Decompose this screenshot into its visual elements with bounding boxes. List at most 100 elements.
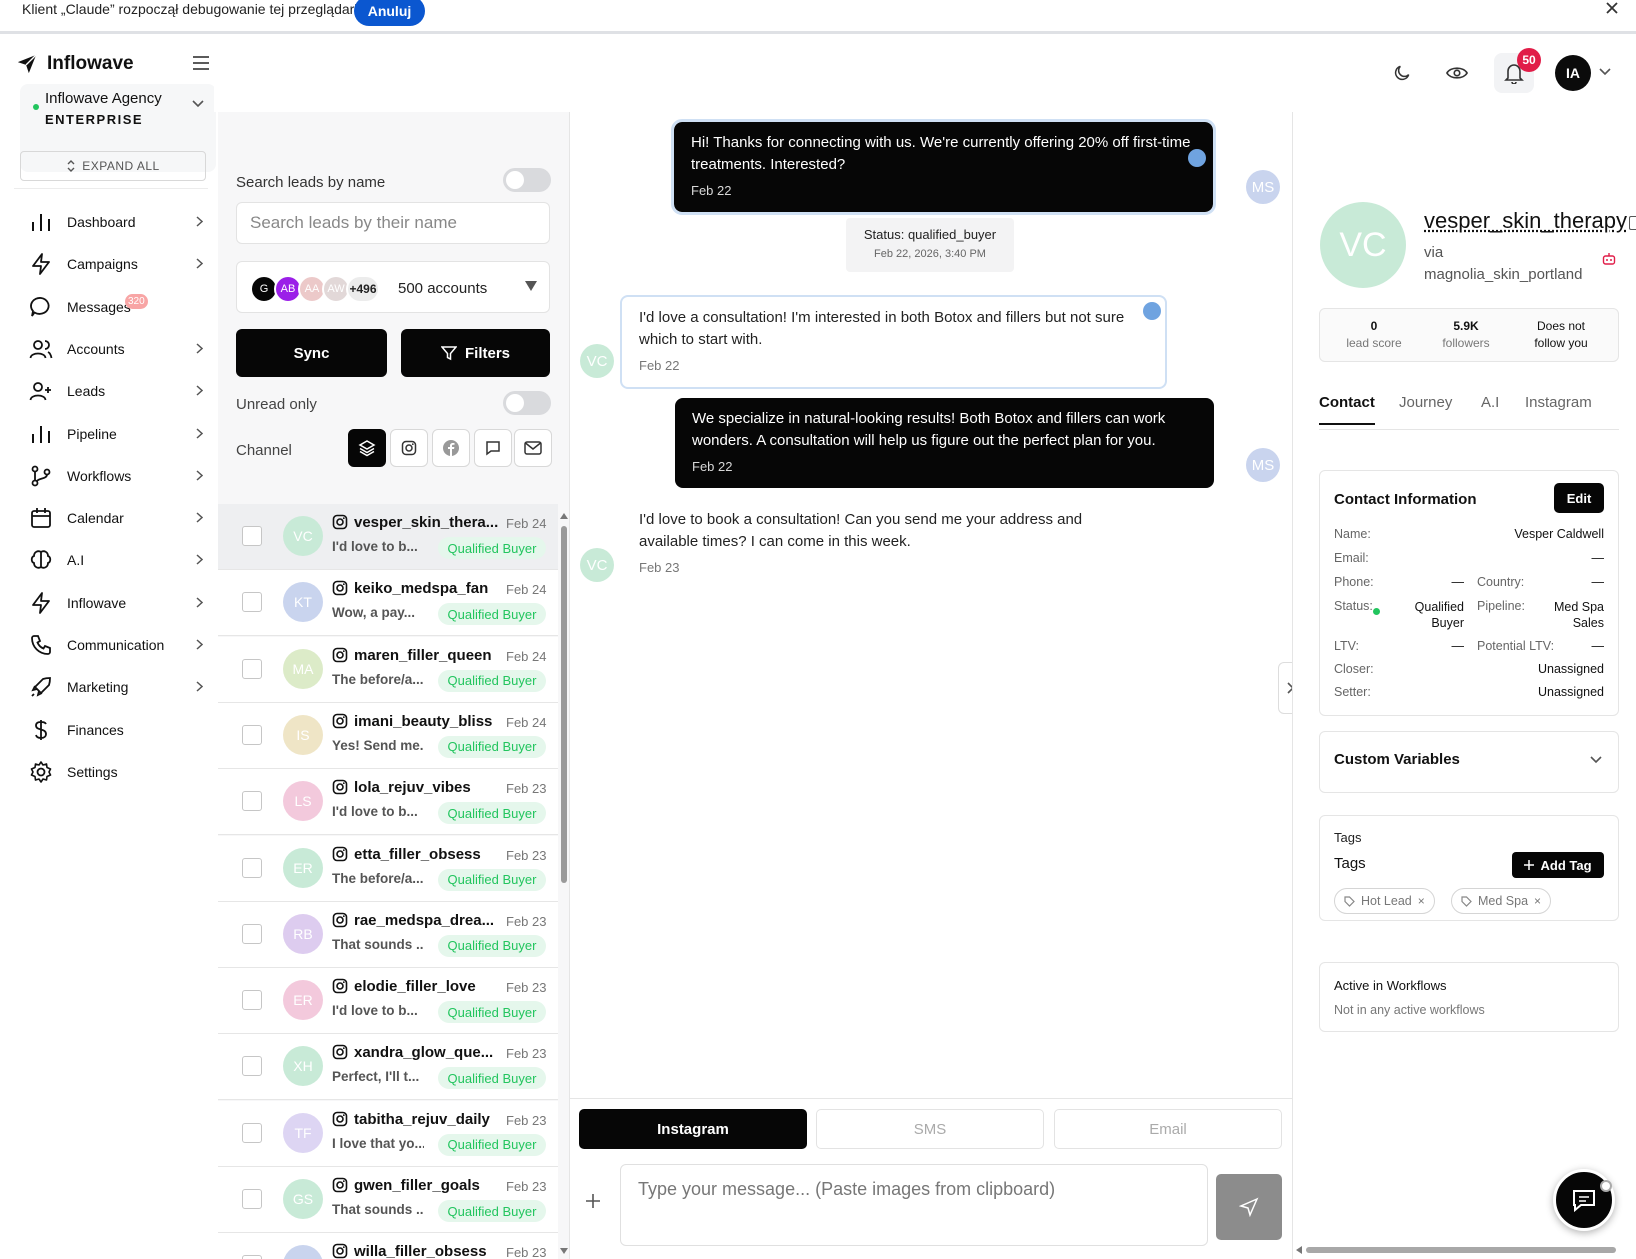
channel-facebook-button[interactable] (432, 429, 470, 467)
channel-all-button[interactable] (348, 429, 386, 467)
sidebar-item-campaigns[interactable]: Campaigns (20, 244, 216, 284)
scroll-up-arrow-icon[interactable] (559, 512, 569, 520)
lead-row[interactable]: GS gwen_filler_goals Feb 23 That sounds ...… (218, 1167, 558, 1233)
add-tag-button[interactable]: Add Tag (1512, 852, 1604, 878)
expand-all-button[interactable]: EXPAND ALL (20, 151, 206, 181)
remove-tag-icon[interactable]: × (1418, 894, 1425, 908)
close-icon[interactable] (1604, 0, 1622, 18)
send-button[interactable] (1216, 1174, 1282, 1240)
lead-row[interactable]: KT keiko_medspa_fan Feb 24 Wow, a pay... Qua… (218, 570, 558, 637)
dark-mode-moon-icon[interactable] (1382, 53, 1422, 93)
lead-row[interactable]: ER elodie_filler_love Feb 23 I'd love to b.… (218, 968, 558, 1035)
lead-avatar: GS (283, 1179, 323, 1219)
sync-button[interactable]: Sync (236, 329, 387, 377)
preview-eye-icon[interactable] (1437, 53, 1477, 93)
contact-username[interactable]: vesper_skin_therapy (1424, 208, 1627, 234)
tag-chip[interactable]: Hot Lead × (1334, 888, 1435, 914)
sidebar-item-accounts[interactable]: Accounts (20, 329, 216, 369)
scrollbar-thumb[interactable] (1306, 1247, 1616, 1253)
scrollbar-thumb[interactable] (561, 526, 567, 883)
tag-label: Hot Lead (1361, 894, 1412, 908)
tab-ai[interactable]: A.I (1481, 394, 1499, 411)
lead-row[interactable]: ER etta_filler_obsess Feb 23 The before/a..… (218, 835, 558, 902)
tab-sms[interactable]: SMS (816, 1109, 1044, 1149)
lead-checkbox[interactable] (242, 724, 262, 745)
filters-button[interactable]: Filters (401, 329, 550, 377)
hamburger-menu-icon[interactable] (192, 56, 210, 70)
lead-row[interactable]: IS imani_beauty_bliss Feb 24 Yes! Send me..… (218, 702, 558, 769)
tags-small-label: Tags (1334, 830, 1362, 845)
lead-checkbox[interactable] (242, 658, 262, 679)
status-change-event: Status: qualified_buyer Feb 22, 2026, 3:… (846, 218, 1014, 272)
lead-checkbox[interactable] (242, 1122, 262, 1143)
sidebar-item-communication[interactable]: Communication (20, 625, 216, 665)
lead-row[interactable]: WF willa_filler_obsess Feb 23 (218, 1233, 558, 1259)
remove-tag-icon[interactable]: × (1534, 894, 1541, 908)
external-link-icon[interactable] (1629, 216, 1636, 230)
unread-only-toggle[interactable] (503, 391, 551, 415)
sidebar-item-pipeline[interactable]: Pipeline (20, 414, 216, 454)
lead-checkbox[interactable] (242, 791, 262, 812)
channel-instagram-button[interactable] (390, 429, 428, 467)
lead-row[interactable]: LS lola_rejuv_vibes Feb 23 I'd love to b...… (218, 769, 558, 836)
tab-email[interactable]: Email (1054, 1109, 1282, 1149)
tag-chip[interactable]: Med Spa × (1451, 888, 1552, 914)
sidebar-item-leads[interactable]: Leads (20, 371, 216, 411)
message-bubble-incoming[interactable]: I'd love a consultation! I'm interested … (620, 295, 1167, 389)
edit-button[interactable]: Edit (1554, 483, 1604, 513)
sidebar-item-workflows[interactable]: Workflows (20, 456, 216, 496)
user-menu-chevron-down-icon[interactable] (1599, 68, 1611, 76)
message-bubble-outgoing[interactable]: Hi! Thanks for connecting with us. We're… (671, 119, 1216, 215)
accounts-selector[interactable]: G AB AA AW +496 500 accounts (236, 261, 550, 313)
channel-sms-button[interactable] (474, 429, 512, 467)
tab-contact[interactable]: Contact (1319, 394, 1375, 425)
lead-row[interactable]: XH xandra_glow_que... Feb 23 Perfect, I'll … (218, 1034, 558, 1101)
custom-variables-card[interactable]: Custom Variables (1319, 731, 1619, 793)
contact-horizontal-scrollbar[interactable] (1296, 1244, 1636, 1254)
tab-instagram[interactable]: Instagram (1525, 394, 1592, 411)
search-toggle[interactable] (503, 168, 551, 192)
sidebar-item-inflowave[interactable]: Inflowave (20, 583, 216, 623)
leads-scrollbar[interactable] (558, 512, 570, 1259)
search-leads-input[interactable]: Search leads by their name (236, 202, 550, 244)
sidebar-item-settings[interactable]: Settings (20, 752, 216, 792)
lead-row[interactable]: RB rae_medspa_drea... Feb 23 That sounds ..… (218, 901, 558, 968)
lead-checkbox[interactable] (242, 1056, 262, 1077)
lead-checkbox[interactable] (242, 592, 262, 613)
robot-icon[interactable] (1602, 253, 1616, 265)
scroll-down-arrow-icon[interactable] (559, 1247, 569, 1255)
tab-instagram[interactable]: Instagram (579, 1109, 807, 1149)
instagram-icon (332, 846, 348, 862)
lead-checkbox[interactable] (242, 526, 262, 546)
support-chat-button[interactable] (1553, 1169, 1615, 1231)
channel-email-button[interactable] (514, 429, 552, 467)
cancel-debug-button[interactable]: Anuluj (354, 0, 425, 26)
lead-row[interactable]: TF tabitha_rejuv_daily Feb 23 I love that y… (218, 1100, 558, 1167)
lead-checkbox[interactable] (242, 1255, 262, 1259)
logo[interactable]: Inflowave (16, 46, 216, 82)
message-bubble-outgoing[interactable]: We specialize in natural-looking results… (675, 398, 1214, 488)
sidebar-item-ai[interactable]: A.I (20, 540, 216, 580)
tab-journey[interactable]: Journey (1399, 394, 1452, 411)
sidebar-item-messages[interactable]: Messages 320 (20, 287, 216, 327)
lead-checkbox[interactable] (242, 857, 262, 878)
user-avatar[interactable]: IA (1555, 55, 1591, 91)
attach-plus-icon[interactable] (584, 1192, 602, 1210)
sidebar-item-finances[interactable]: Finances (20, 710, 216, 750)
lead-checkbox[interactable] (242, 923, 262, 944)
debug-banner: Klient „Claude” rozpoczął debugowanie te… (0, 0, 1636, 34)
scroll-left-arrow-icon[interactable] (1296, 1246, 1302, 1254)
lead-row[interactable]: MA maren_filler_queen Feb 24 The before/a..… (218, 636, 558, 703)
instagram-icon (332, 580, 348, 596)
sidebar-item-dashboard[interactable]: Dashboard (20, 202, 216, 242)
chevron-right-icon (196, 216, 203, 227)
sidebar-item-marketing[interactable]: Marketing (20, 667, 216, 707)
message-bubble-incoming[interactable]: I'd love to book a consultation! Can you… (622, 499, 1162, 589)
message-square-icon (486, 441, 500, 456)
lead-checkbox[interactable] (242, 990, 262, 1011)
lead-avatar: ER (283, 847, 323, 888)
message-input[interactable]: Type your message... (Paste images from … (620, 1164, 1208, 1246)
lead-checkbox[interactable] (242, 1189, 262, 1209)
sidebar-item-calendar[interactable]: Calendar (20, 498, 216, 538)
lead-row[interactable]: VC vesper_skin_thera... Feb 24 I'd love to … (218, 504, 558, 570)
